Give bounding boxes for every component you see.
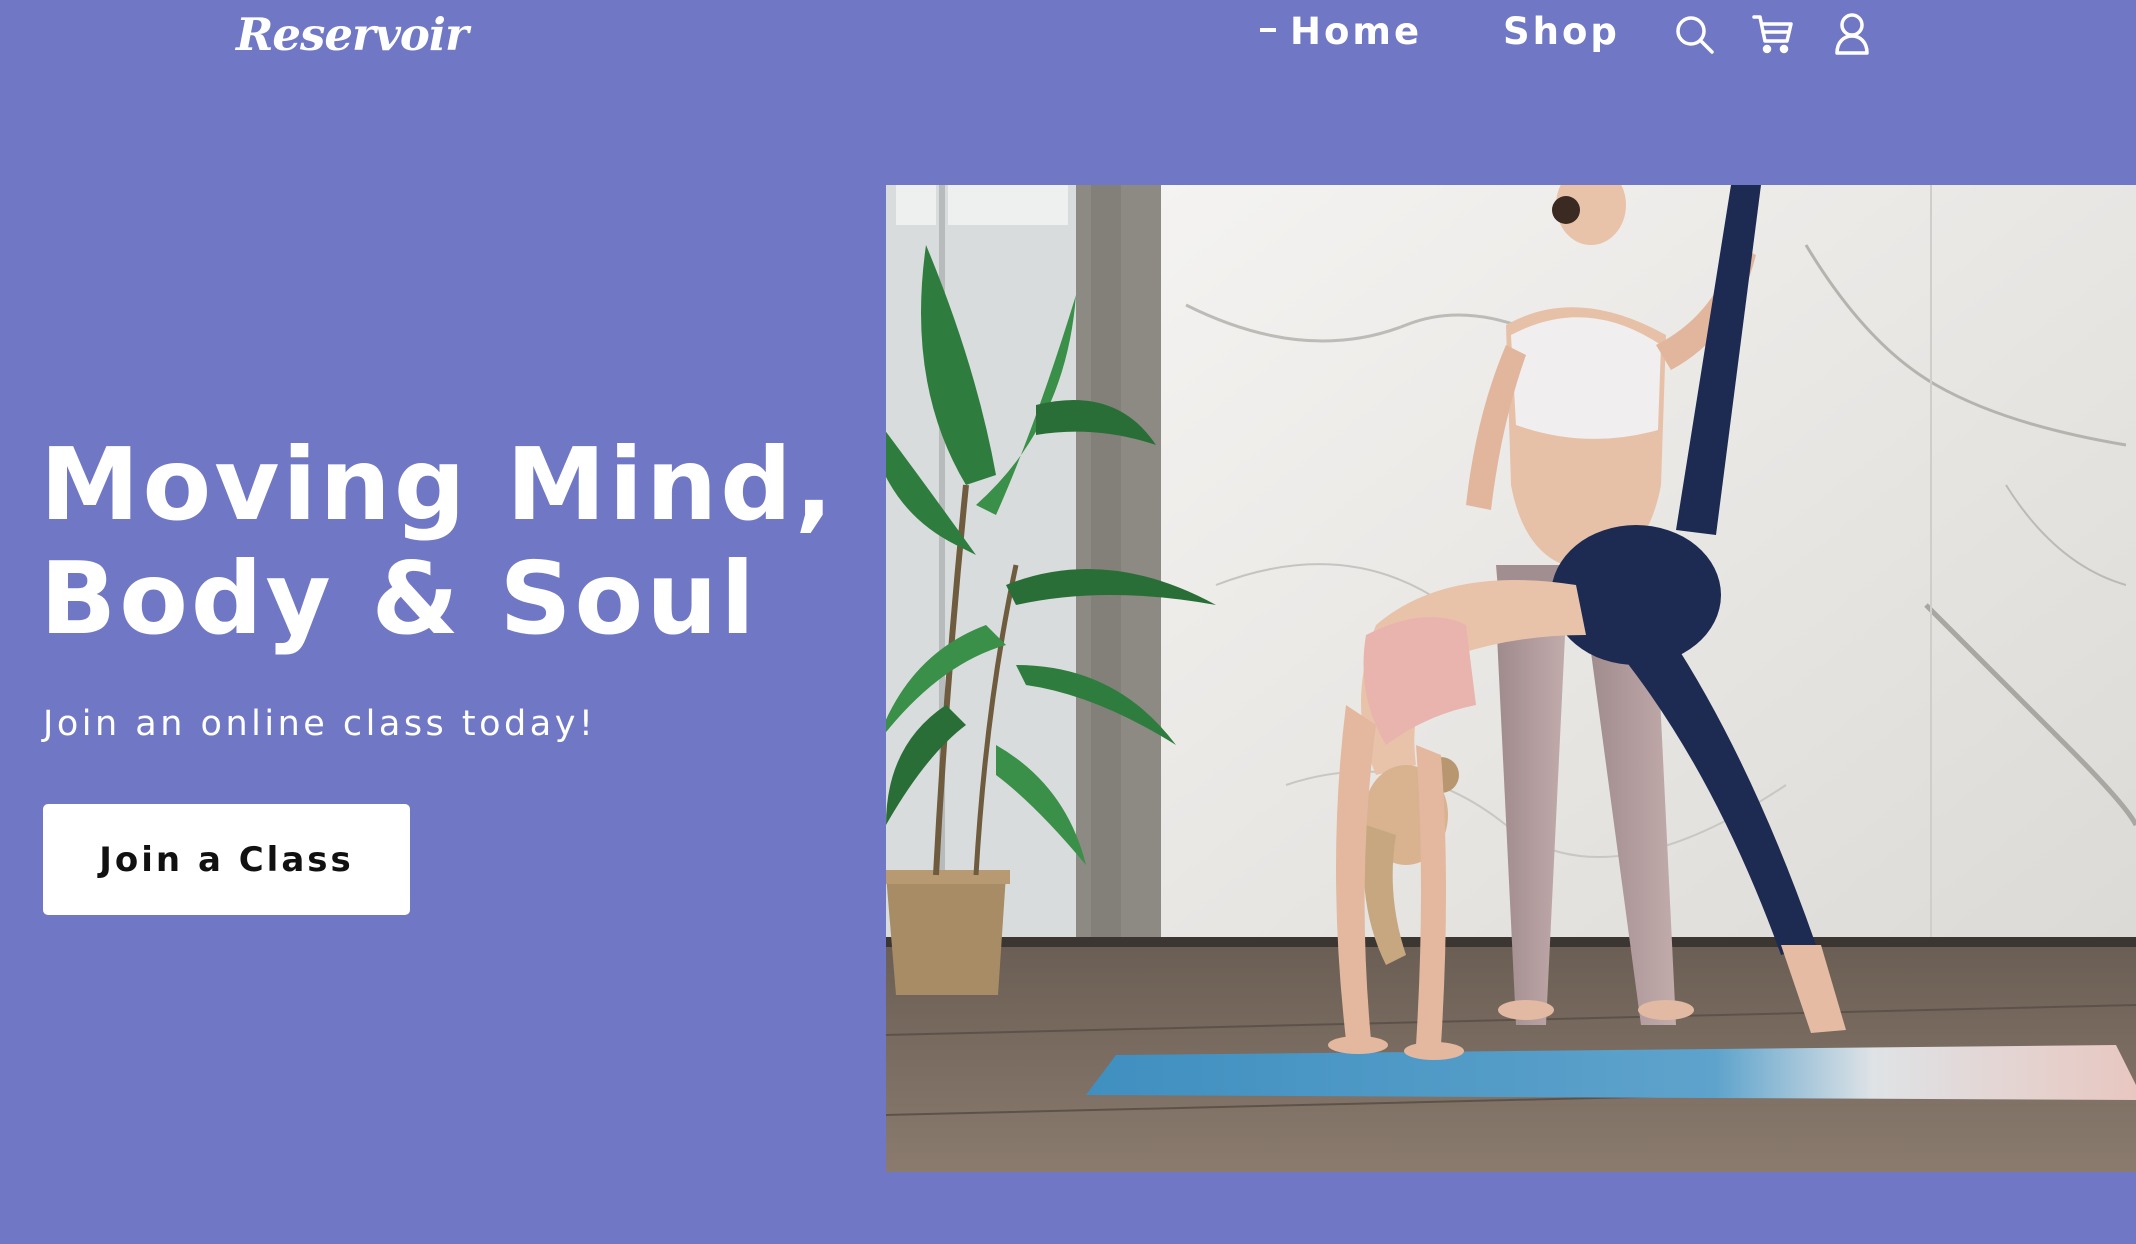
nav-link-home[interactable]: Home <box>1260 10 1422 54</box>
cart-icon[interactable] <box>1751 12 1795 56</box>
hero-title-line-1: Moving Mind, <box>40 426 836 543</box>
hero-title: Moving Mind, Body & Soul <box>40 428 836 656</box>
nav-link-home-label: Home <box>1290 10 1423 53</box>
search-icon[interactable] <box>1672 12 1716 56</box>
hero-title-line-2: Body & Soul <box>40 540 758 657</box>
hero-subtitle: Join an online class today! <box>43 704 597 744</box>
brand-logo[interactable]: Reservoir <box>236 6 469 65</box>
join-class-button[interactable]: Join a Class <box>43 804 410 915</box>
account-icon[interactable] <box>1830 12 1874 56</box>
nav-link-shop-label: Shop <box>1503 10 1620 53</box>
hero-image <box>886 185 2136 1172</box>
nav-link-shop[interactable]: Shop <box>1503 10 1620 54</box>
active-indicator <box>1260 27 1276 32</box>
